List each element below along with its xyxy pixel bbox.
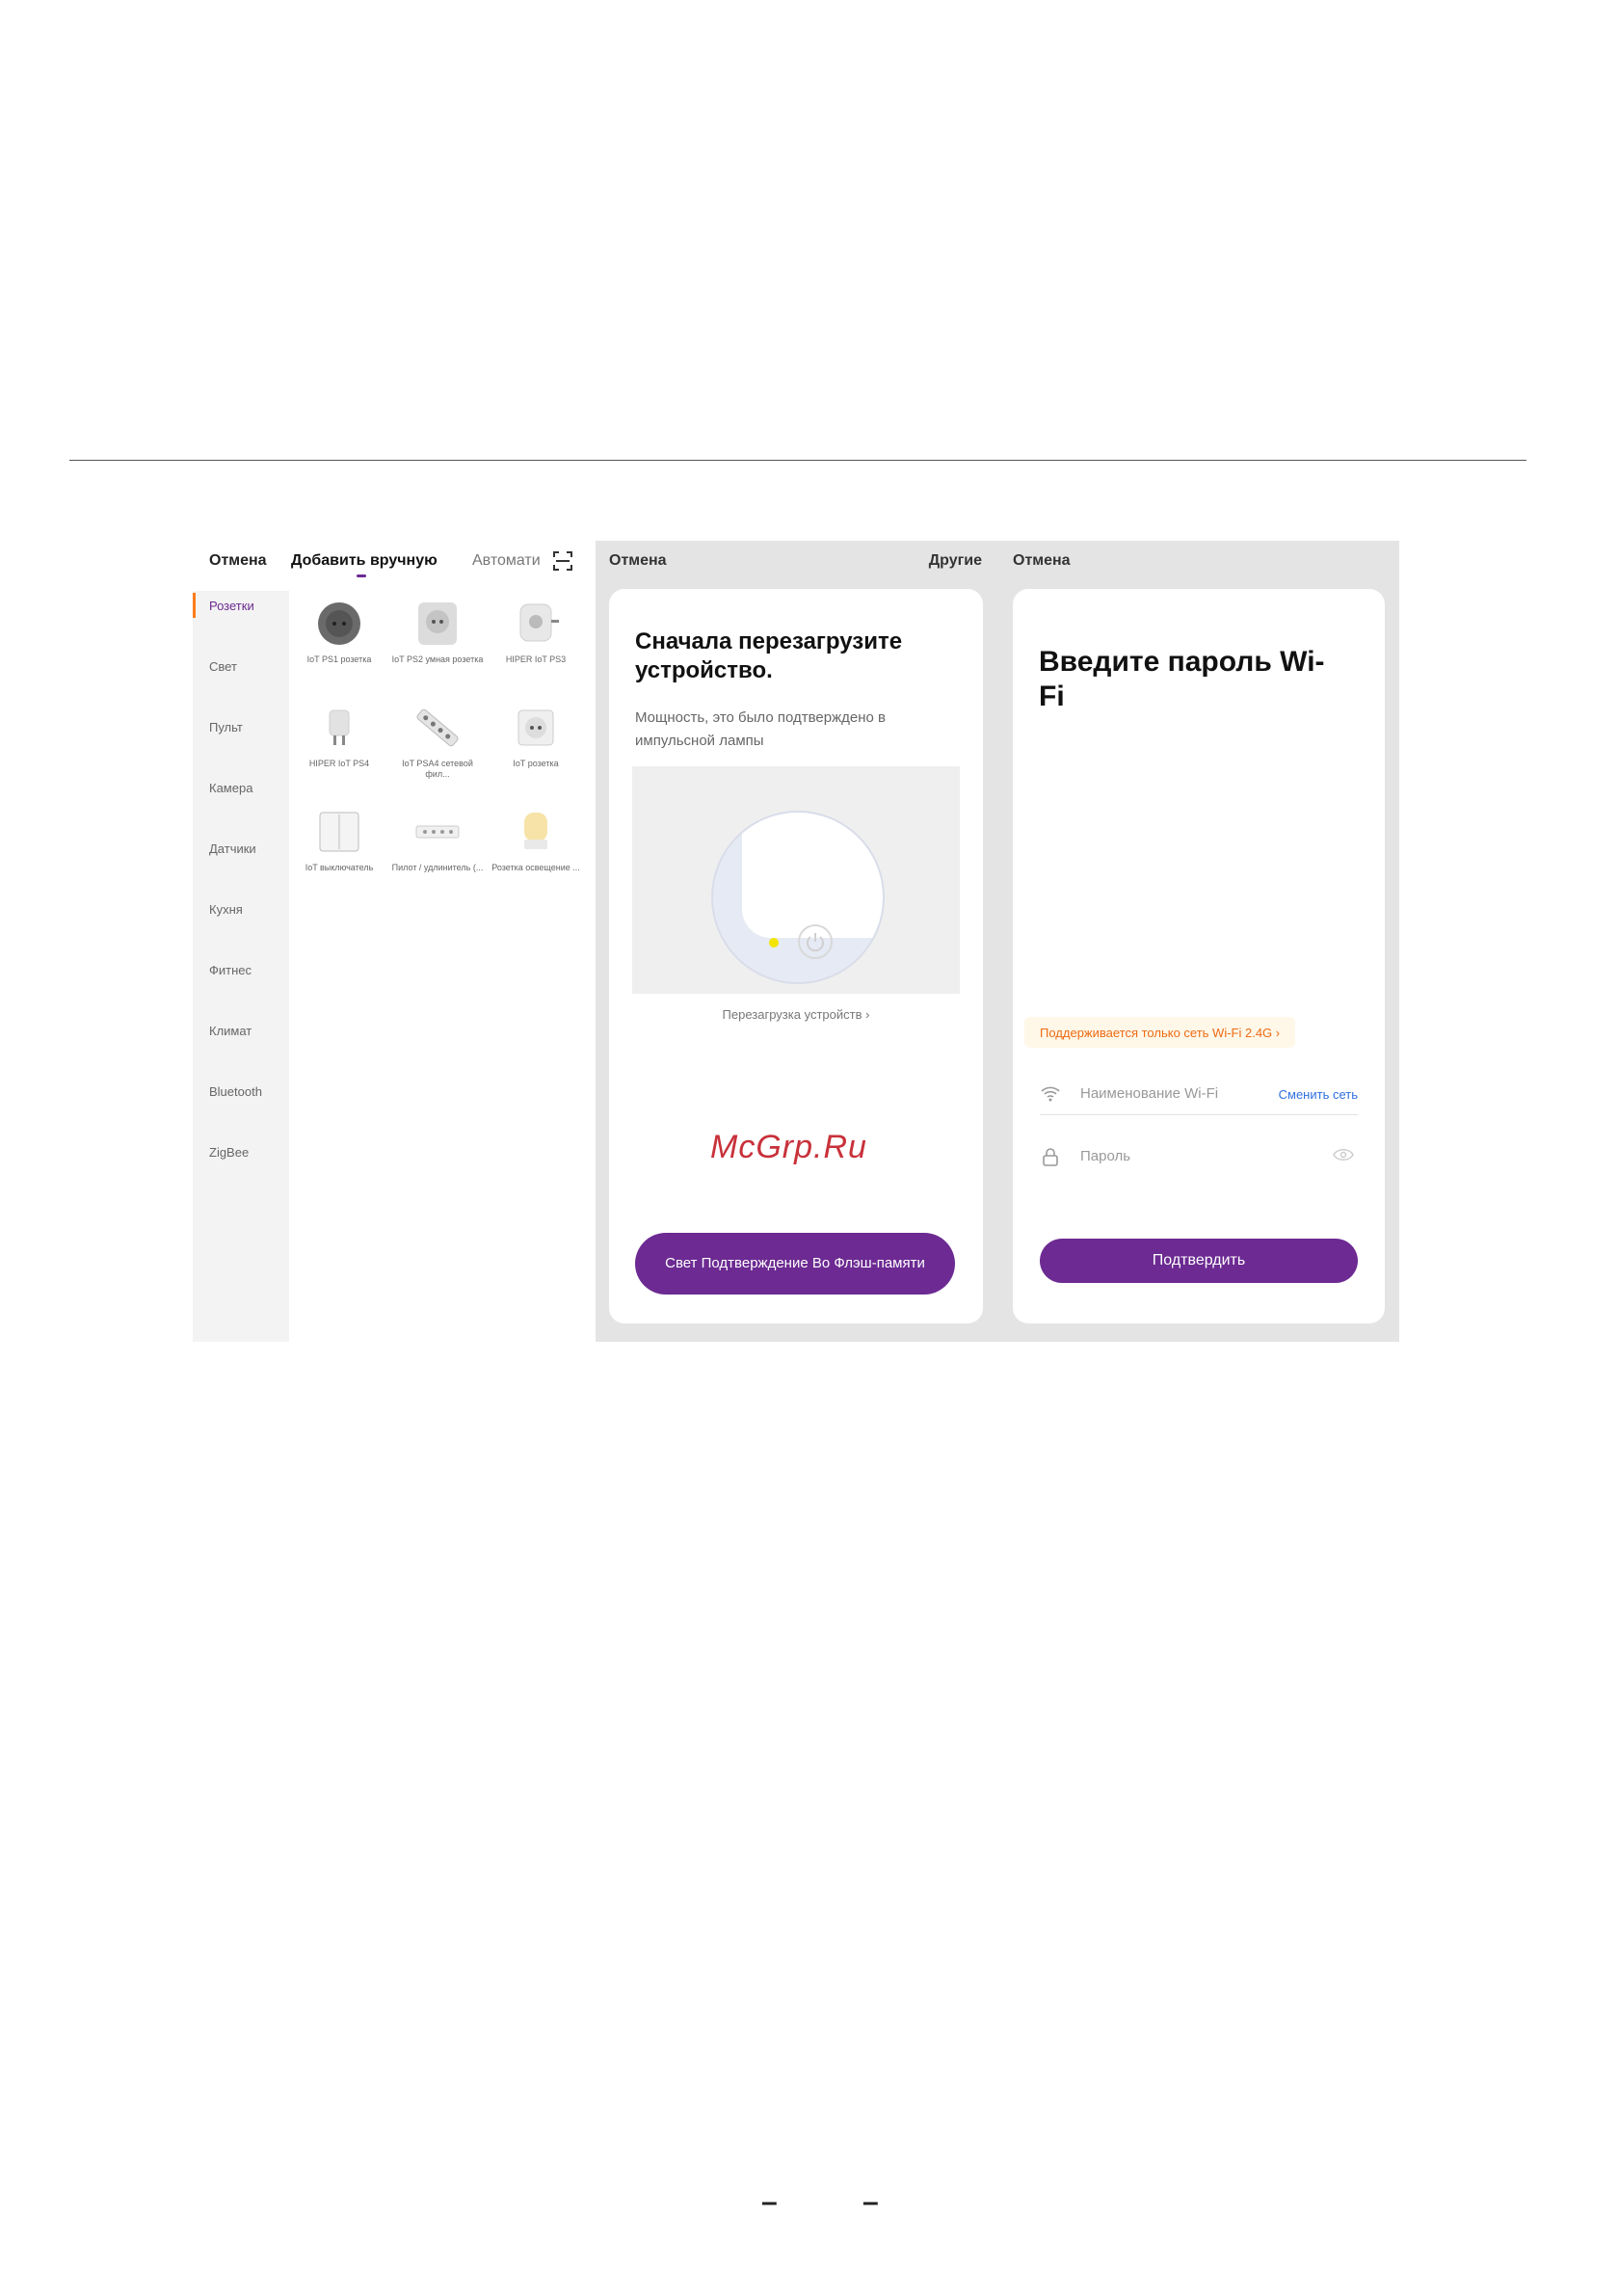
- description-text: Мощность, это было подтверждено в импуль…: [635, 709, 886, 749]
- chevron-right-icon: ›: [1272, 1025, 1281, 1040]
- socket-icon: [412, 599, 463, 649]
- warning-text: Поддерживается только сеть Wi-Fi 2.4G: [1040, 1025, 1273, 1040]
- category-item-zigbee[interactable]: ZigBee: [209, 1145, 249, 1160]
- wifi-warning-badge[interactable]: Поддерживается только сеть Wi-Fi 2.4G ›: [1024, 1017, 1296, 1048]
- round-socket-icon: [314, 599, 364, 649]
- tab-add-manually[interactable]: Добавить вручную: [291, 552, 438, 570]
- reset-link-label: Перезагрузка устройств: [722, 1007, 862, 1022]
- top-bar: Отмена Добавить вручную Автомати: [193, 541, 596, 581]
- device-label: HIPER IoT PS4: [308, 759, 370, 768]
- category-item-camera[interactable]: Камера: [209, 781, 252, 795]
- cancel-button[interactable]: Отмена: [609, 552, 667, 570]
- device-label: IoT выключатель: [305, 863, 374, 872]
- wall-socket-icon: [511, 703, 561, 753]
- tab-active-indicator: [357, 574, 366, 577]
- password-field[interactable]: Пароль: [1040, 1138, 1358, 1177]
- scan-icon[interactable]: [552, 550, 573, 572]
- device-select-screen: Отмена Добавить вручную Автомати Розетки…: [193, 541, 596, 1342]
- cancel-button[interactable]: Отмена: [1013, 552, 1071, 570]
- page-number: – –: [761, 2186, 917, 2218]
- device-label: HIPER IoT PS3: [505, 654, 567, 664]
- power-strip-icon: [412, 703, 463, 753]
- device-closeup: [711, 811, 885, 984]
- device-tile[interactable]: Розетка освещение ...: [490, 807, 582, 873]
- category-item-climate[interactable]: Климат: [209, 1024, 252, 1038]
- password-placeholder: Пароль: [1080, 1148, 1131, 1164]
- plug-icon: [511, 599, 561, 649]
- device-tile[interactable]: Пилот / удлинитель (...: [391, 807, 484, 873]
- reset-illustration: [632, 766, 960, 994]
- cancel-button[interactable]: Отмена: [209, 552, 267, 570]
- device-label: Пилот / удлинитель (...: [391, 863, 484, 872]
- wifi-icon: [1041, 1086, 1060, 1102]
- wifi-card: Введите пароль Wi-Fi Поддерживается толь…: [1013, 589, 1385, 1323]
- device-tile[interactable]: IoT PS2 умная розетка: [391, 599, 484, 665]
- chevron-right-icon: ›: [865, 1007, 870, 1022]
- horizontal-rule: [69, 460, 1526, 461]
- power-button-icon: [798, 924, 833, 959]
- plug-icon: [314, 703, 364, 753]
- page-title: Введите пароль Wi-Fi: [1039, 646, 1325, 712]
- active-category-marker: [193, 593, 196, 618]
- category-item-light[interactable]: Свет: [209, 659, 237, 674]
- wifi-password-screen: Отмена Введите пароль Wi-Fi Поддерживает…: [999, 541, 1399, 1342]
- eye-icon[interactable]: [1333, 1148, 1354, 1161]
- confirm-flash-button[interactable]: Свет Подтверждение Во Флэш-памяти: [635, 1233, 955, 1295]
- device-body: [742, 813, 883, 938]
- switch-icon: [314, 807, 364, 857]
- watermark-text: McGrp.Ru: [710, 1129, 867, 1165]
- screenshots-row: Отмена Добавить вручную Автомати Розетки…: [193, 541, 1399, 1342]
- category-item-fitness[interactable]: Фитнес: [209, 963, 252, 977]
- device-tile[interactable]: IoT розетка: [490, 703, 582, 769]
- category-sidebar: Розетки Свет Пульт Камера Датчики Кухня …: [193, 591, 289, 1342]
- device-label: Розетка освещение ...: [491, 863, 580, 872]
- lamp-icon: [511, 807, 561, 857]
- device-tile[interactable]: IoT выключатель: [293, 807, 385, 873]
- change-network-link[interactable]: Сменить сеть: [1279, 1087, 1358, 1102]
- indicator-led: [769, 938, 779, 948]
- confirm-button[interactable]: Подтвердить: [1040, 1239, 1358, 1283]
- device-tile[interactable]: HIPER IoT PS4: [293, 703, 385, 769]
- reset-card: Сначала перезагрузите устройство. Мощнос…: [609, 589, 983, 1323]
- category-item-sensors[interactable]: Датчики: [209, 841, 256, 856]
- device-tile[interactable]: IoT PS1 розетка: [293, 599, 385, 665]
- wifi-name-field[interactable]: Наименование Wi-Fi Сменить сеть: [1040, 1076, 1358, 1115]
- device-label: IoT розетка: [513, 759, 559, 768]
- reset-help-link[interactable]: Перезагрузка устройств ›: [609, 1007, 983, 1022]
- extension-icon: [412, 807, 463, 857]
- device-tile[interactable]: HIPER IoT PS3: [490, 599, 582, 665]
- category-item-bluetooth[interactable]: Bluetooth: [209, 1084, 262, 1099]
- reset-device-screen: Отмена Другие Сначала перезагрузите устр…: [596, 541, 999, 1342]
- category-item-remote[interactable]: Пульт: [209, 720, 243, 734]
- category-item-sockets[interactable]: Розетки: [209, 599, 254, 613]
- other-button[interactable]: Другие: [929, 552, 982, 570]
- page-title: Сначала перезагрузите устройство.: [635, 628, 903, 683]
- device-tile[interactable]: IoT PSA4 сетевой фил...: [391, 703, 484, 780]
- category-item-kitchen[interactable]: Кухня: [209, 902, 243, 917]
- device-label: IoT PS2 умная розетка: [391, 654, 484, 664]
- wifi-name-placeholder: Наименование Wi-Fi: [1080, 1085, 1219, 1102]
- tab-auto-search[interactable]: Автомати: [472, 552, 547, 570]
- device-label: IoT PS1 розетка: [306, 654, 372, 664]
- device-label: IoT PSA4 сетевой фил...: [402, 759, 473, 779]
- lock-icon: [1043, 1148, 1058, 1166]
